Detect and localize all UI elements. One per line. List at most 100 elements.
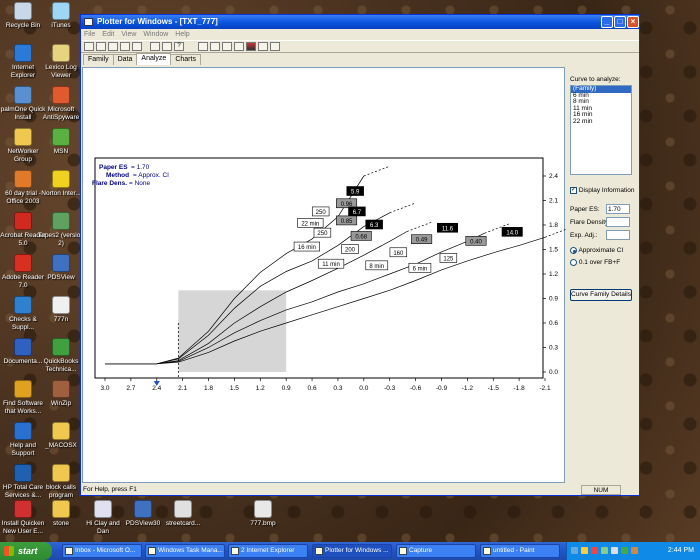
tab-analyze[interactable]: Analyze bbox=[136, 53, 172, 65]
tab-family[interactable]: Family bbox=[83, 54, 114, 65]
menu-window[interactable]: Window bbox=[143, 31, 168, 38]
menu-edit[interactable]: Edit bbox=[102, 31, 114, 38]
taskbar-button[interactable]: untitled - Paint bbox=[480, 544, 560, 558]
color-bar-icon[interactable] bbox=[246, 42, 256, 51]
exp-adj-input[interactable] bbox=[606, 230, 630, 240]
display-info-row[interactable]: ✓ Display Information bbox=[570, 187, 634, 194]
radio-fb-f-button[interactable] bbox=[570, 259, 577, 266]
curve-list-item[interactable]: 22 min bbox=[571, 118, 631, 126]
desktop-icon[interactable]: WinZip bbox=[38, 380, 84, 408]
x-tick-label: 2.4 bbox=[152, 385, 161, 392]
pen-icon[interactable] bbox=[234, 42, 244, 51]
pointer-icon[interactable] bbox=[198, 42, 208, 51]
tray-sync-icon[interactable] bbox=[601, 547, 608, 554]
x-tick-label: -0.9 bbox=[436, 385, 448, 392]
tray-volume-icon[interactable] bbox=[611, 547, 618, 554]
desktop-app-icon bbox=[14, 464, 32, 482]
save-icon[interactable] bbox=[132, 42, 142, 51]
menu-bar: File Edit View Window Help bbox=[81, 29, 639, 40]
y-tick-label: 0.0 bbox=[549, 369, 558, 376]
desktop-icon[interactable]: 777n bbox=[38, 296, 84, 324]
desktop-icon-label: Lexico Log Viewer bbox=[45, 64, 77, 79]
display-info-checkbox[interactable]: ✓ bbox=[570, 187, 577, 194]
taskbar-button[interactable]: Plotter for Windows ... bbox=[312, 544, 392, 558]
tab-data[interactable]: Data bbox=[112, 54, 138, 65]
flare-density-input[interactable] bbox=[606, 217, 630, 227]
value-label: 0.40 bbox=[470, 239, 482, 245]
desktop-icon[interactable]: Microsoft AntiSpyware bbox=[38, 86, 84, 121]
paper-es-input[interactable]: 1.70 bbox=[606, 204, 630, 214]
desktop-icon[interactable]: iTunes bbox=[38, 2, 84, 30]
status-bar: For Help, press F1 NUM bbox=[81, 485, 639, 495]
new-file-icon[interactable] bbox=[84, 42, 94, 51]
taskbar-button-label: untitled - Paint bbox=[493, 547, 535, 554]
desktop-icon[interactable]: streetcard... bbox=[160, 500, 206, 528]
value-label: 11.6 bbox=[442, 226, 454, 232]
radio-approximate-ci-button[interactable] bbox=[570, 247, 577, 254]
value-label: 0.85 bbox=[341, 219, 353, 225]
desktop-app-icon bbox=[14, 170, 32, 188]
desktop-icon[interactable]: MSN bbox=[38, 128, 84, 156]
radio-fb-f[interactable]: 0.1 over FB+F bbox=[570, 259, 620, 266]
menu-file[interactable]: File bbox=[84, 31, 95, 38]
curve-family-details-button[interactable]: Curve Family Details bbox=[570, 289, 632, 301]
desktop-icon[interactable]: PDSView bbox=[38, 254, 84, 282]
start-button[interactable]: start bbox=[0, 542, 52, 560]
value-label: 5.9 bbox=[351, 190, 360, 196]
menu-help[interactable]: Help bbox=[175, 31, 189, 38]
open-folder-icon[interactable] bbox=[120, 42, 130, 51]
value-label: 250 bbox=[317, 231, 328, 237]
print-preview-icon[interactable] bbox=[162, 42, 172, 51]
desktop-app-icon bbox=[52, 338, 70, 356]
y-tick-label: 1.8 bbox=[549, 222, 558, 229]
desktop-icon[interactable]: stone bbox=[38, 500, 84, 528]
desktop-icon[interactable]: block calls program bbox=[38, 464, 84, 499]
new-doc-icon[interactable] bbox=[96, 42, 106, 51]
taskbar-button[interactable]: Inbox - Microsoft O... bbox=[62, 544, 142, 558]
maximize-button[interactable]: □ bbox=[614, 16, 626, 28]
x-tick-label: 2.7 bbox=[126, 385, 135, 392]
x-tick-label: 0.0 bbox=[359, 385, 368, 392]
zoom-icon[interactable] bbox=[270, 42, 280, 51]
redo-icon[interactable] bbox=[222, 42, 232, 51]
title-bar[interactable]: Plotter for Windows - [TXT_777] _ □ × bbox=[81, 15, 639, 29]
task-app-icon bbox=[231, 547, 239, 555]
desktop-app-icon bbox=[52, 2, 70, 20]
window-title: Plotter for Windows - [TXT_777] bbox=[97, 17, 218, 26]
tray-misc-icon[interactable] bbox=[631, 547, 638, 554]
status-text: For Help, press F1 bbox=[83, 486, 137, 493]
desktop-icon[interactable]: Norton Inter... bbox=[38, 170, 84, 198]
y-tick-label: 2.4 bbox=[549, 173, 558, 180]
close-button[interactable]: × bbox=[627, 16, 639, 28]
desktop-icon[interactable]: 777.bmp bbox=[240, 500, 286, 528]
taskbar-button[interactable]: Capture bbox=[396, 544, 476, 558]
curve-listbox[interactable]: (Family) 6 min 8 min 11 min 16 min 22 min bbox=[570, 85, 632, 175]
tray-app-icon[interactable] bbox=[621, 547, 628, 554]
copy-icon[interactable] bbox=[108, 42, 118, 51]
desktop-app-icon bbox=[14, 422, 32, 440]
grid-icon[interactable] bbox=[258, 42, 268, 51]
curve-label: 8 min bbox=[369, 264, 384, 270]
taskbar-button[interactable]: 2 Internet Explorer bbox=[228, 544, 308, 558]
print-icon[interactable] bbox=[150, 42, 160, 51]
radio-approximate-ci[interactable]: Approximate CI bbox=[570, 247, 623, 254]
undo-icon[interactable] bbox=[210, 42, 220, 51]
tray-network-icon[interactable] bbox=[571, 547, 578, 554]
desktop-icon-label: _MACOSX bbox=[45, 442, 77, 449]
menu-view[interactable]: View bbox=[121, 31, 136, 38]
desktop-icon[interactable]: _MACOSX bbox=[38, 422, 84, 450]
help-icon[interactable]: ? bbox=[174, 42, 184, 51]
minimize-button[interactable]: _ bbox=[601, 16, 613, 28]
tray-shield-icon[interactable] bbox=[591, 547, 598, 554]
desktop-icon[interactable]: QuickBooks Technica... bbox=[38, 338, 84, 373]
y-tick-label: 1.5 bbox=[549, 247, 558, 254]
plot-canvas[interactable]: 3.0 2.7 2.4 2.1 1.8 1.5 1.2 0.9 0.6 0.3 0.0 -0.3 -0.… bbox=[82, 67, 572, 483]
task-app-icon bbox=[148, 547, 156, 555]
desktop-icon[interactable]: Tapes2 (version 2) bbox=[38, 212, 84, 247]
taskbar-button[interactable]: Windows Task Mana... bbox=[145, 544, 225, 558]
curve-label: 11 min bbox=[322, 262, 340, 268]
desktop-icon[interactable]: Lexico Log Viewer bbox=[38, 44, 84, 79]
tab-charts[interactable]: Charts bbox=[170, 54, 201, 65]
info-paper-es-value: = 1.70 bbox=[131, 164, 150, 171]
tray-norton-icon[interactable] bbox=[581, 547, 588, 554]
